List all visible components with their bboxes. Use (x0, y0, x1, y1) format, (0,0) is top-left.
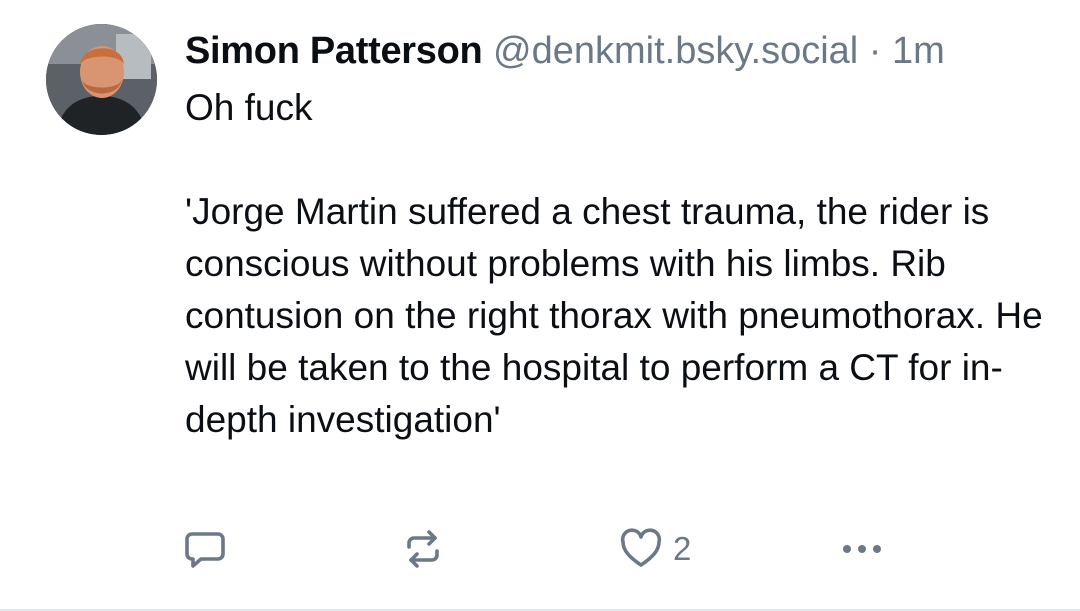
avatar-image (46, 24, 157, 135)
separator-dot: · (868, 30, 882, 72)
reply-button[interactable] (183, 524, 227, 574)
post-actions: 2 (183, 524, 903, 574)
repost-arrows-icon (407, 530, 439, 568)
feed-post[interactable]: Simon Patterson @denkmit.bsky.social · 1… (0, 0, 1080, 611)
author-display-name[interactable]: Simon Patterson (185, 30, 483, 72)
ellipsis-icon (843, 545, 881, 553)
avatar[interactable] (46, 24, 157, 135)
repost-button[interactable] (401, 524, 445, 574)
speech-bubble-icon (185, 532, 225, 568)
like-button[interactable]: 2 (619, 524, 691, 574)
post-content: Simon Patterson @denkmit.bsky.social · 1… (185, 28, 1045, 446)
heart-icon (620, 528, 662, 567)
like-count: 2 (673, 530, 692, 567)
post-header: Simon Patterson @denkmit.bsky.social · 1… (185, 28, 1045, 74)
more-options-button[interactable] (838, 524, 886, 574)
post-timestamp[interactable]: 1m (892, 30, 945, 72)
post-text: Oh fuck 'Jorge Martin suffered a chest t… (185, 87, 1043, 440)
author-handle[interactable]: @denkmit.bsky.social (493, 30, 858, 72)
